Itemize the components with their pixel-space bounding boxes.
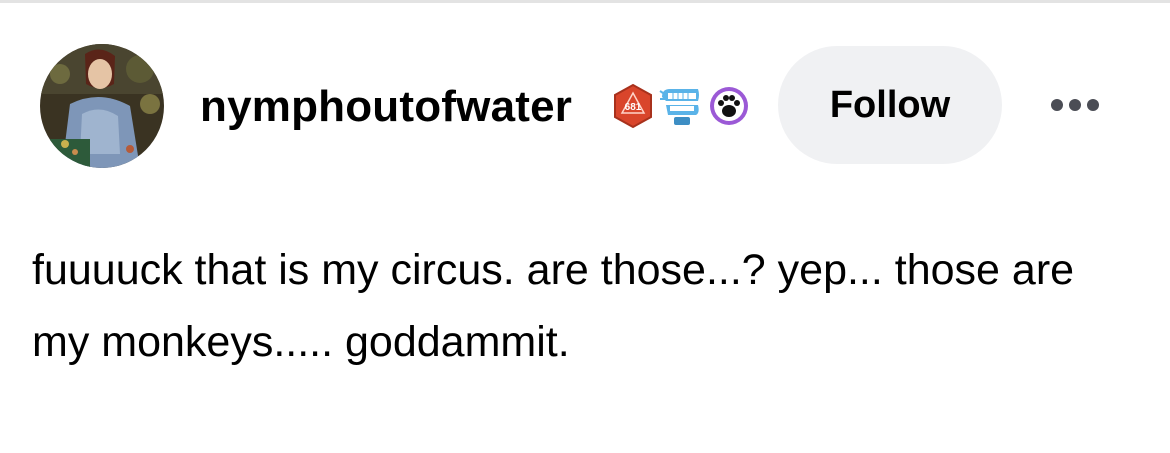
avatar[interactable] bbox=[40, 44, 164, 168]
chattering-teeth-badge-icon[interactable] bbox=[658, 83, 704, 129]
paw-print-badge-icon[interactable] bbox=[708, 85, 750, 127]
post-body-text: fuuuuck that is my circus. are those...?… bbox=[32, 246, 1075, 366]
svg-text:681: 681 bbox=[625, 102, 642, 113]
badge-row: 681 bbox=[612, 82, 750, 130]
more-dot bbox=[1069, 99, 1081, 111]
follow-button[interactable]: Follow bbox=[778, 46, 1002, 164]
post-header: nymphoutofwater 681 Follow bbox=[0, 0, 1170, 200]
more-dot bbox=[1051, 99, 1063, 111]
more-dot bbox=[1087, 99, 1099, 111]
more-options-icon[interactable] bbox=[1040, 90, 1110, 120]
username-link[interactable]: nymphoutofwater bbox=[200, 82, 572, 132]
d20-dice-badge-icon[interactable]: 681 bbox=[612, 83, 654, 129]
